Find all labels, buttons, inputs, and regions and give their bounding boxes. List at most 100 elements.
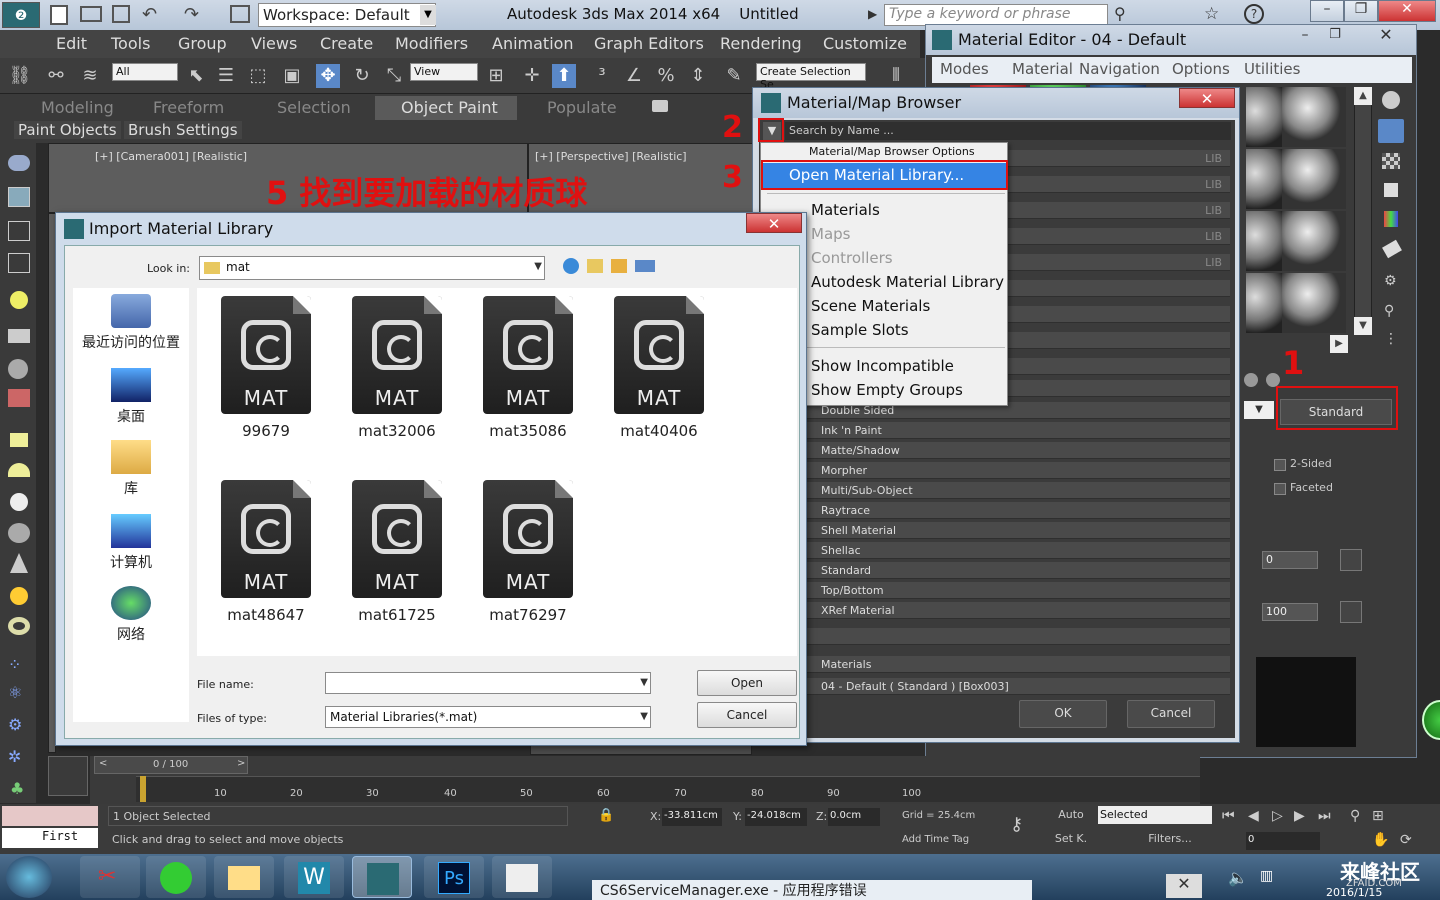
key-icon[interactable]: ⚷ [1010,814,1023,835]
move-icon[interactable]: ✥ [316,64,340,88]
new-file-icon[interactable] [50,5,68,25]
material-type-shell[interactable]: Shell Material [767,522,1230,539]
material-type-standard[interactable]: Standard [767,562,1230,579]
menu-navigation[interactable]: Navigation [1079,60,1160,78]
keyword-search-input[interactable]: Type a keyword or phrase [884,4,1108,26]
teapot-icon[interactable] [8,155,30,171]
reference-coordinate-select[interactable]: View [410,63,478,81]
select-by-material-icon[interactable]: ⚲ [1384,303,1394,319]
help-icon[interactable]: ? [1244,4,1264,24]
file-item[interactable]: MAT 99679 [211,296,321,440]
file-item[interactable]: MAT mat32006 [342,296,452,440]
material-type-xref[interactable]: XRef Material [767,602,1230,619]
select-by-name-icon[interactable]: ☰ [214,64,238,88]
time-cursor[interactable] [140,776,146,802]
plant-icon[interactable]: ♣ [10,779,24,798]
chevron-down-icon[interactable]: ▼ [640,677,648,688]
film-icon[interactable] [8,389,30,407]
paint-objects-panel[interactable]: Paint Objects [14,121,121,139]
keyboard-shortcut-override-icon[interactable]: ⬆ [552,64,576,88]
close-icon[interactable]: ✕ [1378,0,1436,22]
minimize-icon[interactable]: – [1310,0,1344,22]
sample-slot[interactable] [1282,87,1346,147]
play-icon[interactable]: ▷ [1272,808,1283,824]
material-type-morpher[interactable]: Morpher [767,462,1230,479]
taskbar-browser[interactable] [146,856,206,898]
menu-item-show-empty-groups[interactable]: Show Empty Groups [811,381,963,399]
workspace-select[interactable]: Workspace: Default [258,3,436,27]
menu-item-maps[interactable]: Maps [811,225,850,243]
self-illum-spinner[interactable]: 0 [1262,551,1318,569]
sample-scrollbar[interactable] [1354,87,1372,333]
snaps-toggle-icon[interactable]: ³ [590,64,614,88]
edit-named-selection-icon[interactable]: ✎ [722,64,746,88]
spinner-snap-icon[interactable]: ⇕ [686,64,710,88]
opacity-spinner[interactable]: 100 [1262,603,1318,621]
chevron-down-icon[interactable]: ▼ [420,5,436,25]
chevron-down-icon[interactable]: ▼ [534,261,542,272]
material-name-dropdown[interactable]: ▼ [1244,401,1274,419]
ok-button[interactable]: OK [1019,700,1107,728]
geosphere-icon[interactable] [8,523,30,543]
scale-icon[interactable]: ⤡ [382,64,406,88]
pick-material-icon[interactable] [1266,373,1280,387]
zoom-icon[interactable]: ⚲ [1350,808,1360,824]
file-item[interactable]: MAT mat48647 [211,480,321,624]
file-name-input[interactable]: ▼ [325,672,651,694]
material-type-ink-n-paint[interactable]: Ink 'n Paint [767,422,1230,439]
browser-row[interactable] [767,628,1230,645]
error-notification[interactable]: CS6ServiceManager.exe - 应用程序错误 [592,880,1032,900]
maximize-icon[interactable]: ❐ [1344,0,1378,22]
options-icon[interactable]: ⚙ [1384,273,1397,289]
torus-icon[interactable] [8,617,30,635]
material-editor-minimize-icon[interactable]: – [1290,27,1320,45]
binoculars-icon[interactable]: ⚲ [1114,4,1126,23]
tab-object-paint-active[interactable]: Object Paint [375,96,517,120]
menu-item-show-incompatible[interactable]: Show Incompatible [811,357,954,375]
taskbar-photoshop[interactable]: Ps [424,856,484,898]
new-folder-icon[interactable] [611,259,627,273]
uv-tiling-icon[interactable] [1384,183,1398,197]
material-type-shellac[interactable]: Shellac [767,542,1230,559]
material-navigator-icon[interactable]: ⋮ [1384,331,1398,347]
file-item[interactable]: MAT mat76297 [473,480,583,624]
rotate-icon[interactable]: ↻ [350,64,374,88]
redo-icon[interactable]: ↷ [184,4,199,25]
sample-slot[interactable] [1282,273,1346,333]
material-type-matte-shadow[interactable]: Matte/Shadow [767,442,1230,459]
browser-close-icon[interactable]: ✕ [1179,88,1235,108]
viewport-nav-small[interactable] [48,756,88,796]
material-editor-maximize-icon[interactable]: ❐ [1320,27,1350,45]
material-type-raytrace[interactable]: Raytrace [767,502,1230,519]
prev-frame-icon[interactable]: < [99,758,107,769]
place-libraries[interactable]: 库 [73,440,189,498]
faceted-checkbox[interactable] [1274,483,1286,495]
start-button[interactable] [6,856,52,898]
molecule-icon[interactable]: ⚛ [8,683,22,702]
menu-item-autodesk-library[interactable]: Autodesk Material Library [811,273,1004,291]
taskbar-explorer[interactable] [214,856,274,898]
taskbar-document-app[interactable] [492,856,552,898]
sample-scroll-down-icon[interactable]: ▼ [1354,317,1372,335]
dynamics-icon[interactable]: ⚙ [8,715,22,734]
ribbon-options-icon[interactable] [652,100,668,112]
perspective-viewport-label[interactable]: [+] [Perspective] [Realistic] [535,150,687,163]
menu-utilities[interactable]: Utilities [1244,60,1300,78]
menu-animation[interactable]: Animation [492,34,574,53]
menu-graph-editors[interactable]: Graph Editors [594,34,704,53]
pivot-icon[interactable]: ⊞ [484,64,508,88]
notification-close-icon[interactable]: ✕ [1166,874,1202,898]
app-logo-icon[interactable]: ❷ [2,2,40,28]
time-slider[interactable]: < 0 / 100 > [94,756,248,774]
list-panel-icon[interactable] [8,221,30,241]
dialog-close-icon[interactable]: ✕ [746,213,802,233]
angle-snap-icon[interactable]: ∠ [622,64,646,88]
file-item[interactable]: MAT mat61725 [342,480,452,624]
sample-scroll-up-icon[interactable]: ▲ [1354,87,1372,105]
sphere-icon[interactable] [10,493,28,511]
selection-filter-select[interactable]: All [112,63,178,81]
menu-modes[interactable]: Modes [940,60,989,78]
view-menu-icon[interactable] [635,260,655,272]
tab-selection[interactable]: Selection [277,98,351,117]
pick-material-icon[interactable] [1244,373,1258,387]
